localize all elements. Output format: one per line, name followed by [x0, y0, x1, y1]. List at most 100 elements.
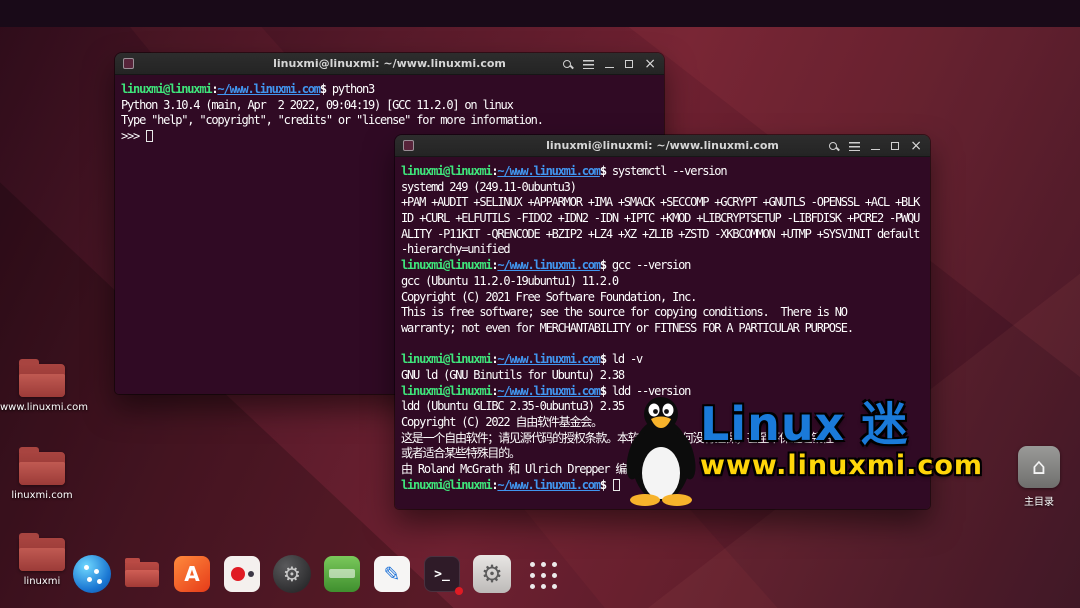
terminal-line: 或者适合某些特殊目的。 [401, 446, 924, 462]
close-icon[interactable]: × [910, 141, 922, 151]
dock-dark-gear-app[interactable]: ⚙ [272, 554, 312, 594]
recorder-icon [224, 556, 260, 592]
prompt-separator: $ [600, 478, 612, 492]
output-text: 由 Roland McGrath 和 Ulrich Drepper 编写。 [401, 462, 648, 476]
desktop: linuxmi@linuxmi: ~/www.linuxmi.com × lin… [0, 0, 1080, 608]
notification-badge [455, 587, 463, 595]
files-folder-icon [125, 562, 159, 587]
dock-files-app[interactable] [122, 554, 162, 594]
dock-green-box-app[interactable] [322, 554, 362, 594]
minimize-icon[interactable] [605, 60, 614, 68]
output-text: gcc (Ubuntu 11.2.0-19ubuntu1) 11.2.0 [401, 274, 618, 288]
titlebar[interactable]: linuxmi@linuxmi: ~/www.linuxmi.com × [395, 135, 930, 157]
menu-icon[interactable] [849, 142, 860, 151]
desktop-icon-label: 主目录 [1012, 493, 1066, 508]
terminal-line: linuxmi@linuxmi:~/www.linuxmi.com$ ld -v [401, 352, 924, 368]
prompt-separator: $ [600, 384, 612, 398]
close-icon[interactable]: × [644, 59, 656, 69]
prompt-path: ~/www.linuxmi.com [217, 82, 319, 96]
terminal-line: Copyright (C) 2021 Free Software Foundat… [401, 290, 924, 306]
terminal-line: linuxmi@linuxmi:~/www.linuxmi.com$ ldd -… [401, 384, 924, 400]
terminal-line: systemd 249 (249.11-0ubuntu3) [401, 180, 924, 196]
terminal-line: ALITY -P11KIT -QRENCODE +BZIP2 +LZ4 +XZ … [401, 227, 924, 243]
dock-recorder-app[interactable] [222, 554, 262, 594]
window-controls: × [829, 135, 922, 157]
command-text: gcc --version [612, 258, 690, 272]
desktop-icon-linuxmi-com[interactable]: linuxmi.com [6, 446, 78, 501]
prompt-separator: $ [320, 82, 332, 96]
maximize-icon[interactable] [891, 142, 899, 150]
prompt-user: linuxmi@linuxmi [401, 478, 491, 492]
output-text: 或者适合某些特殊目的。 [401, 446, 520, 460]
folder-icon [19, 364, 65, 397]
gear-icon: ⚙ [473, 555, 511, 593]
terminal-line: 这是一个自由软件；请见源代码的授权条款。本软件不含任何没有担保；甚至不保证适销性 [401, 431, 924, 447]
terminal-app-icon [403, 140, 414, 151]
terminal-line: 由 Roland McGrath 和 Ulrich Drepper 编写。 [401, 462, 924, 478]
prompt-user: linuxmi@linuxmi [401, 384, 491, 398]
pencil-icon: ✎ [374, 556, 410, 592]
prompt-separator: $ [600, 164, 612, 178]
output-text: systemd 249 (249.11-0ubuntu3) [401, 180, 576, 194]
dock-a-letter-app[interactable]: A [172, 554, 212, 594]
prompt-path: ~/www.linuxmi.com [497, 478, 599, 492]
minimize-icon[interactable] [871, 142, 880, 150]
terminal-app-icon [123, 58, 134, 69]
output-text: This is free software; see the source fo… [401, 305, 847, 319]
terminal-line: This is free software; see the source fo… [401, 305, 924, 321]
terminal-line: warranty; not even for MERCHANTABILITY o… [401, 321, 924, 337]
prompt-path: ~/www.linuxmi.com [497, 352, 599, 366]
terminal-line: linuxmi@linuxmi:~/www.linuxmi.com$ syste… [401, 164, 924, 180]
output-text: Copyright (C) 2022 自由软件基金会。 [401, 415, 602, 429]
prompt-separator: $ [600, 352, 612, 366]
folder-icon [19, 538, 65, 571]
prompt-separator: $ [600, 258, 612, 272]
output-text: -hierarchy=unified [401, 242, 509, 256]
terminal-line: ldd (Ubuntu GLIBC 2.35-0ubuntu3) 2.35 [401, 399, 924, 415]
terminal-line: ID +CURL +ELFUTILS -FIDO2 +IDN2 -IDN +IP… [401, 211, 924, 227]
output-text: ID +CURL +ELFUTILS -FIDO2 +IDN2 -IDN +IP… [401, 211, 919, 225]
prompt-user: linuxmi@linuxmi [121, 82, 211, 96]
dock: A ⚙ ✎ >_ ⚙ [72, 554, 562, 594]
prompt-user: linuxmi@linuxmi [401, 352, 491, 366]
output-text: ldd (Ubuntu GLIBC 2.35-0ubuntu3) 2.35 [401, 399, 624, 413]
search-icon[interactable] [563, 60, 572, 69]
search-icon[interactable] [829, 142, 838, 151]
terminal-icon: >_ [424, 556, 460, 592]
maximize-icon[interactable] [625, 60, 633, 68]
command-text: ldd --version [612, 384, 690, 398]
terminal-line: linuxmi@linuxmi:~/www.linuxmi.com$ gcc -… [401, 258, 924, 274]
top-bar [0, 0, 1080, 27]
desktop-icon-www-linuxmi-com[interactable]: www.linuxmi.com [0, 358, 84, 413]
output-text: Python 3.10.4 (main, Apr 2 2022, 09:04:1… [121, 98, 513, 112]
dock-show-apps[interactable] [522, 554, 562, 594]
dock-terminal-app[interactable]: >_ [422, 554, 462, 594]
window-controls: × [563, 53, 656, 75]
desktop-icon-home[interactable]: ⌂ 主目录 [1012, 446, 1066, 508]
letter-a-icon: A [174, 556, 210, 592]
gear-icon: ⚙ [273, 555, 311, 593]
folder-icon [19, 452, 65, 485]
desktop-icon-linuxmi[interactable]: linuxmi [6, 532, 78, 587]
terminal-line: -hierarchy=unified [401, 242, 924, 258]
terminal-line: Type "help", "copyright", "credits" or "… [121, 113, 658, 129]
terminal-line: +PAM +AUDIT +SELINUX +APPARMOR +IMA +SMA… [401, 195, 924, 211]
terminal-cursor [146, 130, 153, 142]
output-text: Copyright (C) 2021 Free Software Foundat… [401, 290, 696, 304]
menu-icon[interactable] [583, 60, 594, 69]
green-box-icon [324, 556, 360, 592]
terminal-line: linuxmi@linuxmi:~/www.linuxmi.com$ [401, 478, 924, 494]
dock-blue-sphere-app[interactable] [72, 554, 112, 594]
dock-text-editor-app[interactable]: ✎ [372, 554, 412, 594]
command-text: python3 [332, 82, 374, 96]
app-grid-dots [530, 562, 535, 567]
terminal-content[interactable]: linuxmi@linuxmi:~/www.linuxmi.com$ syste… [395, 157, 930, 509]
titlebar[interactable]: linuxmi@linuxmi: ~/www.linuxmi.com × [115, 53, 664, 75]
terminal-line: gcc (Ubuntu 11.2.0-19ubuntu1) 11.2.0 [401, 274, 924, 290]
terminal-window-versions[interactable]: linuxmi@linuxmi: ~/www.linuxmi.com × lin… [395, 135, 930, 509]
terminal-line: Copyright (C) 2022 自由软件基金会。 [401, 415, 924, 431]
desktop-icon-label: linuxmi.com [6, 490, 78, 501]
output-text: 这是一个自由软件；请见源代码的授权条款。本软件不含任何没有担保；甚至不保证适销性 [401, 431, 833, 445]
dock-settings-app[interactable]: ⚙ [472, 554, 512, 594]
terminal-line: Python 3.10.4 (main, Apr 2 2022, 09:04:1… [121, 98, 658, 114]
